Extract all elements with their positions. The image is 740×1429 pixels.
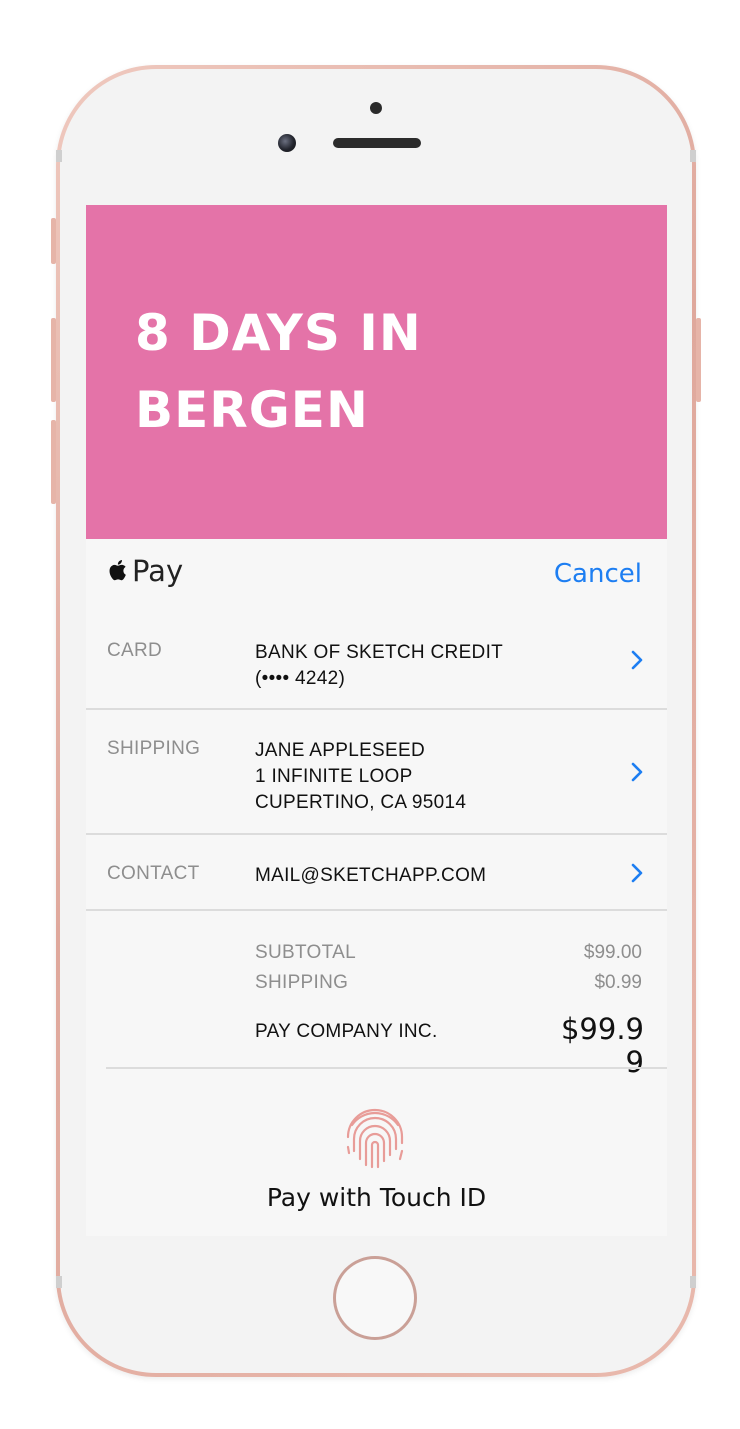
contact-value: MAIL@SKETCHAPP.COM bbox=[255, 865, 487, 886]
chevron-right-icon bbox=[631, 762, 643, 782]
screen: 8 DAYS IN BERGEN Pay Cancel CARD BANK OF… bbox=[86, 205, 667, 1236]
card-name: BANK OF SKETCH CREDIT bbox=[255, 642, 504, 663]
subtotal-value: $99.00 bbox=[583, 942, 642, 963]
shipping-street: 1 INFINITE LOOP bbox=[255, 766, 413, 787]
antenna-line bbox=[56, 1276, 62, 1288]
apple-logo-icon bbox=[109, 560, 126, 581]
subtotal-label: SUBTOTAL bbox=[255, 942, 356, 963]
contact-row[interactable]: CONTACT MAIL@SKETCHAPP.COM bbox=[86, 835, 667, 909]
shipping-row[interactable]: SHIPPING JANE APPLESEED 1 INFINITE LOOP … bbox=[86, 710, 667, 833]
touch-id-label: Pay with Touch ID bbox=[266, 1183, 487, 1212]
front-camera bbox=[278, 134, 296, 152]
total-label: PAY COMPANY INC. bbox=[255, 1021, 438, 1042]
divider bbox=[86, 909, 667, 911]
shipping-name: JANE APPLESEED bbox=[255, 740, 425, 761]
shipping-value: JANE APPLESEED 1 INFINITE LOOP CUPERTINO… bbox=[255, 738, 466, 816]
card-row[interactable]: CARD BANK OF SKETCH CREDIT (•••• 4242) bbox=[86, 611, 667, 708]
power-button bbox=[696, 318, 701, 402]
proximity-sensor bbox=[370, 102, 382, 114]
antenna-line bbox=[690, 150, 696, 162]
shipping-city: CUPERTINO, CA 95014 bbox=[255, 792, 467, 813]
card-value: BANK OF SKETCH CREDIT (•••• 4242) bbox=[255, 640, 503, 692]
shipping-cost-label: SHIPPING bbox=[255, 972, 349, 993]
total-value: $99.99 bbox=[560, 1012, 644, 1079]
divider bbox=[106, 1067, 667, 1069]
earpiece-speaker bbox=[333, 138, 421, 148]
contact-label: CONTACT bbox=[107, 863, 200, 884]
volume-up-button bbox=[51, 318, 56, 402]
hero-banner: 8 DAYS IN BERGEN bbox=[86, 205, 667, 539]
apple-pay-header: Pay Cancel bbox=[86, 539, 667, 613]
cancel-button[interactable]: Cancel bbox=[554, 559, 642, 589]
shipping-label: SHIPPING bbox=[107, 738, 201, 759]
home-button[interactable] bbox=[333, 1256, 417, 1340]
card-label: CARD bbox=[107, 640, 163, 661]
chevron-right-icon bbox=[631, 863, 643, 883]
hero-title: 8 DAYS IN BERGEN bbox=[135, 304, 422, 439]
antenna-line bbox=[56, 150, 62, 162]
silent-switch bbox=[51, 218, 56, 264]
antenna-line bbox=[690, 1276, 696, 1288]
shipping-cost-value: $0.99 bbox=[594, 972, 642, 993]
chevron-right-icon bbox=[631, 650, 643, 670]
card-number: (•••• 4242) bbox=[255, 668, 346, 689]
volume-down-button bbox=[51, 420, 56, 504]
apple-pay-wordmark: Pay bbox=[132, 554, 184, 588]
fingerprint-icon[interactable] bbox=[340, 1103, 410, 1173]
